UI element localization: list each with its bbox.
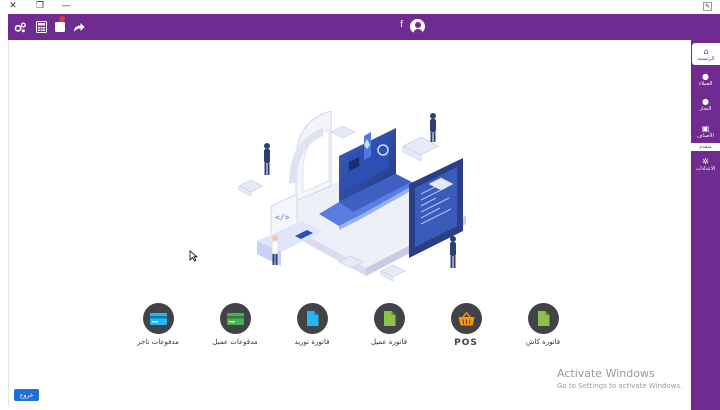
- share-icon[interactable]: [72, 20, 86, 34]
- action-label: POS: [454, 338, 478, 348]
- activate-windows-watermark: Activate Windows Go to Settings to activ…: [557, 367, 682, 390]
- notes-icon[interactable]: [53, 20, 67, 34]
- logout-button[interactable]: خروج: [14, 389, 39, 401]
- basket-icon: [450, 303, 482, 334]
- sidebar-item-label: الاعدادات: [695, 165, 716, 172]
- sidebar-item-customers[interactable]: ● العملاء: [691, 68, 720, 90]
- customer-payments-action[interactable]: مدفوعات عميل: [205, 303, 265, 346]
- sidebar-item-label: الرئيسية: [697, 55, 715, 62]
- action-label: فاتورة كاش: [525, 338, 561, 346]
- close-window-button[interactable]: ✕: [3, 0, 23, 13]
- sidebar-item-settings[interactable]: ✲ الاعدادات: [691, 153, 720, 175]
- window-indicator-icon: ✎: [703, 2, 712, 11]
- merchant-payments-action[interactable]: مدفوعات تاجر: [128, 303, 188, 346]
- user-avatar-icon[interactable]: [410, 19, 425, 34]
- os-title-bar: ✕ ❐ — ✎: [0, 0, 720, 13]
- sidebar-item-home[interactable]: ⌂ الرئيسية: [692, 43, 720, 65]
- sidebar-item-items[interactable]: ▣ الأصناف: [691, 120, 720, 142]
- mouse-cursor-icon: [189, 250, 198, 262]
- watermark-subtitle: Go to Settings to activate Windows.: [557, 382, 683, 390]
- sidebar-item-merchants[interactable]: ● التجار: [691, 93, 720, 115]
- settings-icon: ✲: [702, 156, 709, 166]
- action-label: مدفوعات تاجر: [137, 338, 179, 346]
- isometric-illustration: </>: [238, 110, 466, 282]
- minimize-window-button[interactable]: —: [56, 0, 76, 13]
- settings-icon[interactable]: [13, 20, 27, 34]
- action-label: فاتورة توريد: [294, 338, 330, 346]
- watermark-title: Activate Windows: [557, 367, 655, 380]
- card-icon: [142, 303, 174, 334]
- home-icon: ⌂: [703, 46, 709, 56]
- user-initial: f: [400, 20, 404, 30]
- action-label: فاتورة عميل: [371, 338, 407, 346]
- cash-invoice-action[interactable]: فاتورة كاش: [513, 303, 573, 346]
- person-icon: ●: [702, 96, 709, 106]
- app-header: f: [8, 14, 720, 40]
- card-icon: [219, 303, 251, 334]
- file-icon: [527, 303, 559, 334]
- customer-invoice-action[interactable]: فاتورة عميل: [359, 303, 419, 346]
- main-content: </> فاتورة كاش POS فاتورة عميل فاتورة تو…: [8, 40, 691, 407]
- advanced-tag[interactable]: متقدم: [691, 143, 720, 151]
- person-icon: ●: [702, 71, 709, 81]
- calculator-icon[interactable]: [34, 20, 48, 34]
- items-icon: ▣: [701, 123, 710, 133]
- supply-invoice-action[interactable]: فاتورة توريد: [282, 303, 342, 346]
- pos-action[interactable]: POS: [436, 303, 496, 348]
- sidebar-item-label: الأصناف: [697, 132, 714, 139]
- svg-text:</>: </>: [275, 213, 290, 222]
- sidebar-item-label: التجار: [699, 105, 712, 112]
- file-icon: [373, 303, 405, 334]
- action-label: مدفوعات عميل: [212, 338, 258, 346]
- sidebar-item-label: العملاء: [698, 80, 713, 87]
- notification-badge: [59, 16, 65, 22]
- app-window: ✕ ❐ — ✎ f </> فاتورة كاش POS فاتورة عميل…: [0, 0, 720, 410]
- right-sidebar: ⌂ الرئيسية ● العملاء ● التجار ▣ الأصناف …: [691, 40, 720, 410]
- restore-window-button[interactable]: ❐: [30, 0, 50, 13]
- file-icon: [296, 303, 328, 334]
